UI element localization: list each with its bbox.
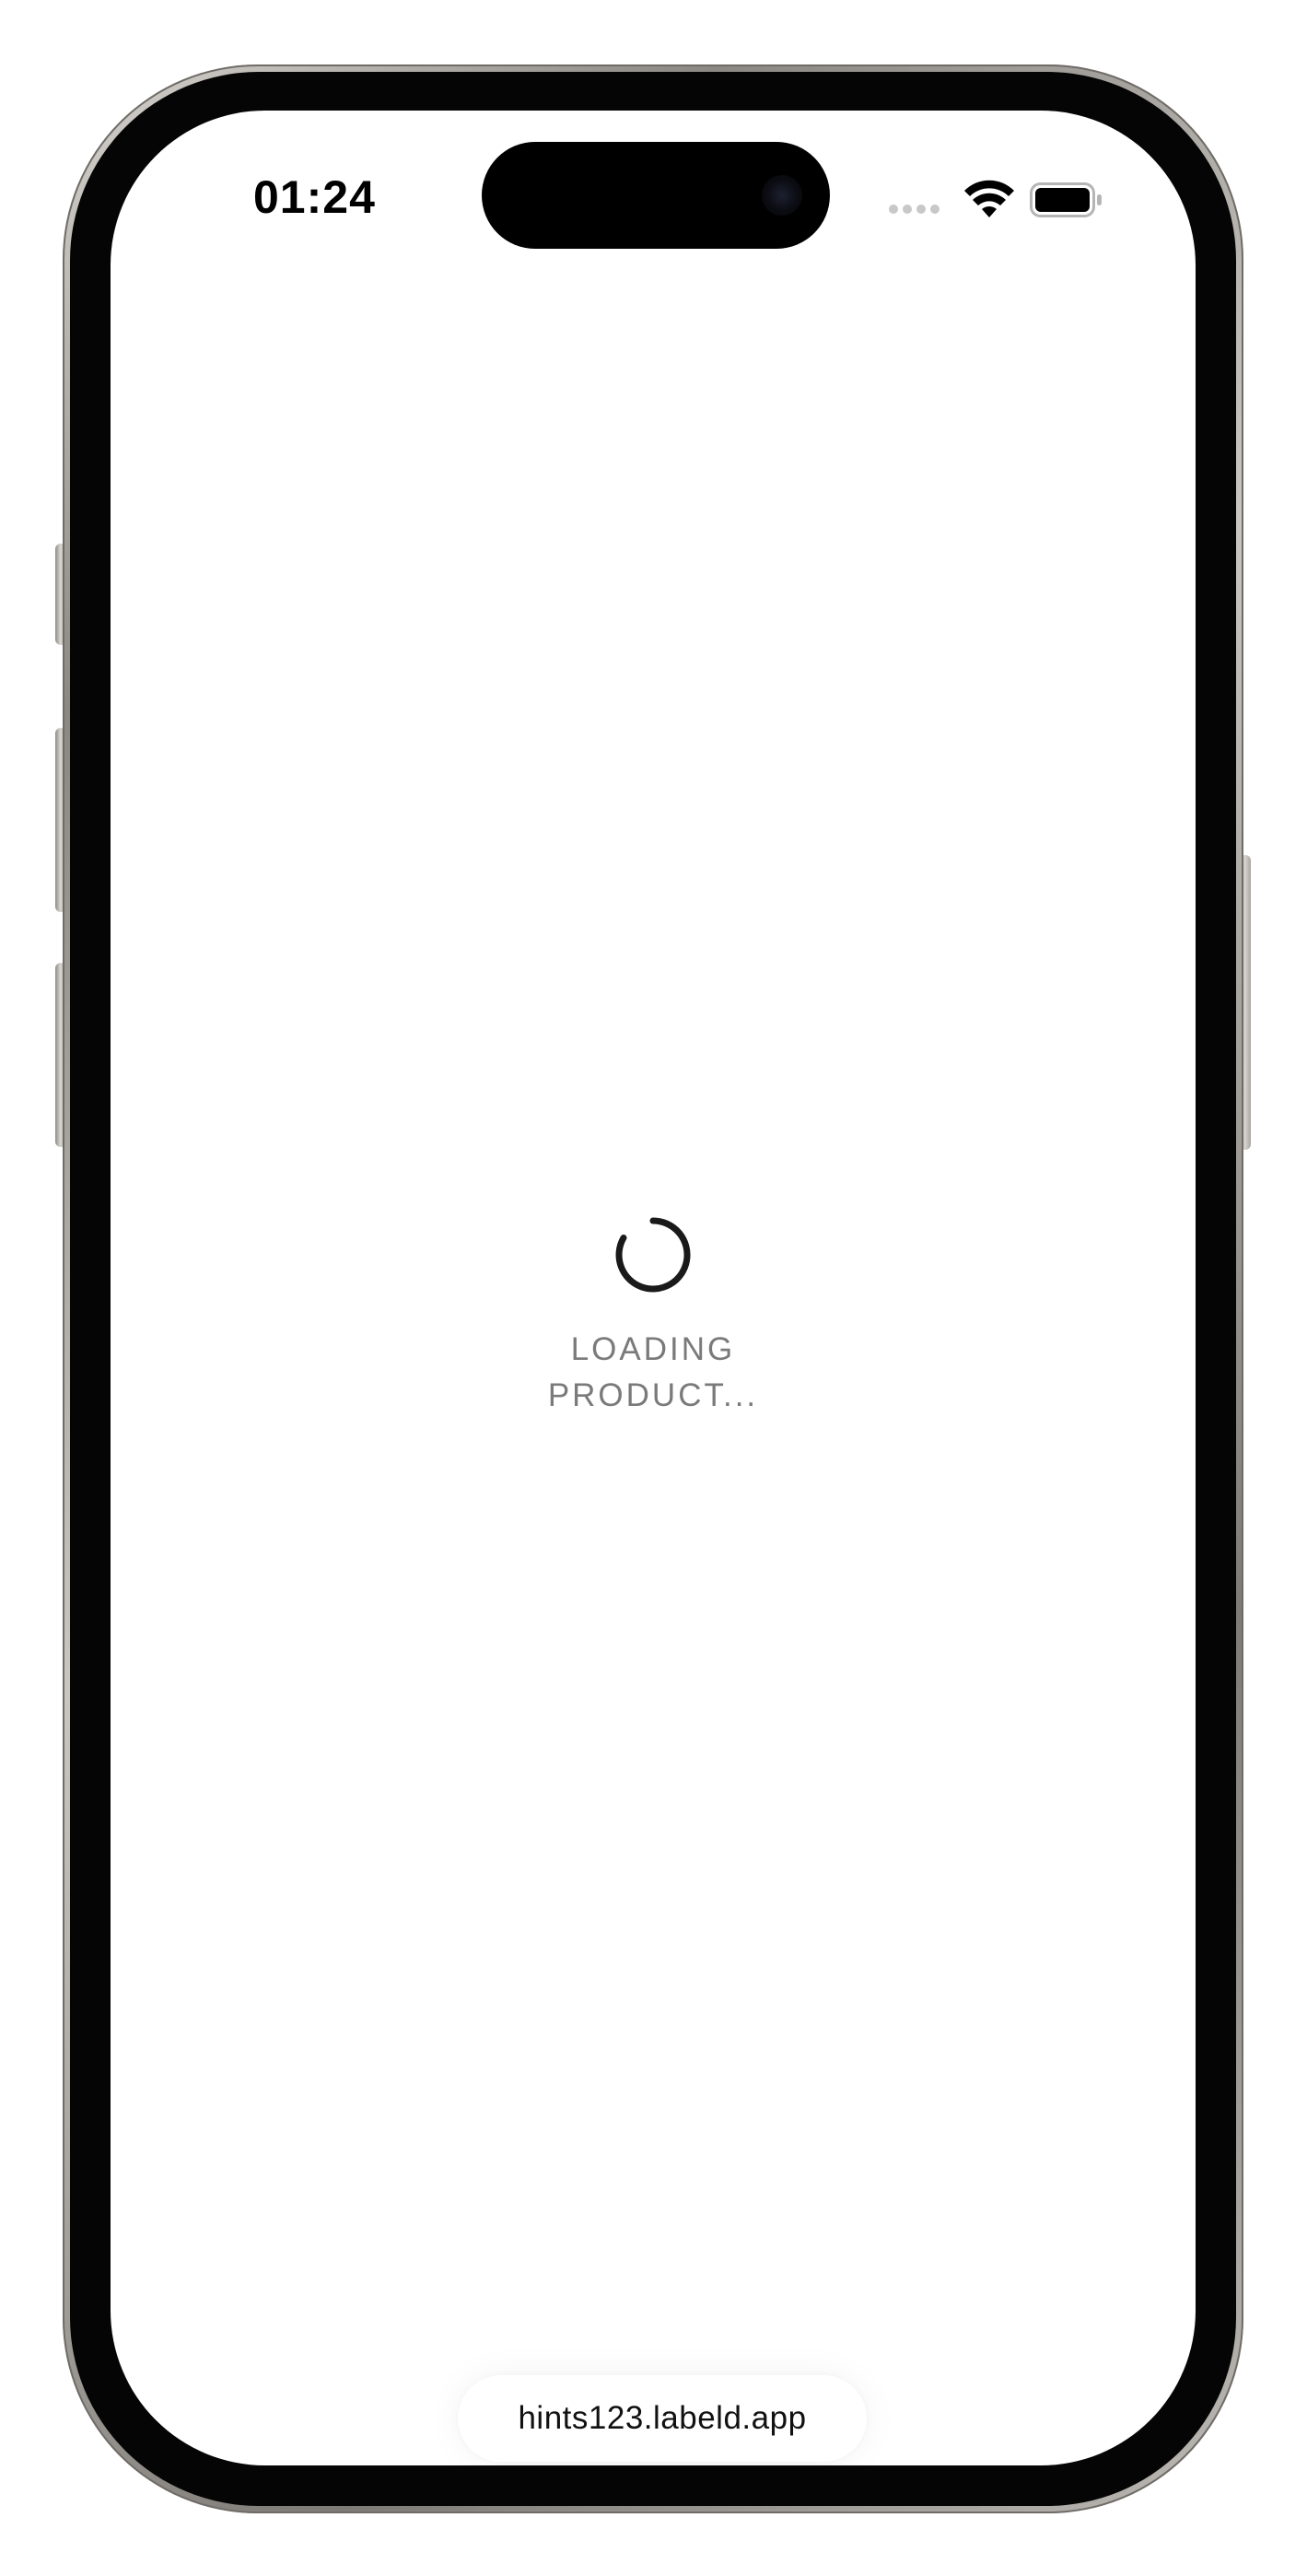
phone-screen: 01:24 LOADING PRODUCT... hints123.labeld… bbox=[111, 111, 1196, 2465]
front-camera-icon bbox=[762, 175, 802, 216]
url-text: hints123.labeld.app bbox=[518, 2400, 807, 2436]
signal-icon bbox=[889, 205, 944, 216]
browser-url-bar[interactable]: hints123.labeld.app bbox=[458, 2375, 867, 2462]
dynamic-island bbox=[482, 142, 830, 249]
loading-status-text: LOADING PRODUCT... bbox=[547, 1331, 759, 1413]
spinner-icon bbox=[615, 1217, 691, 1293]
wifi-icon bbox=[964, 180, 1014, 217]
device-mockup: 01:24 LOADING PRODUCT... hints123.labeld… bbox=[0, 0, 1307, 2576]
battery-icon bbox=[1030, 182, 1102, 217]
status-time: 01:24 bbox=[253, 171, 376, 223]
